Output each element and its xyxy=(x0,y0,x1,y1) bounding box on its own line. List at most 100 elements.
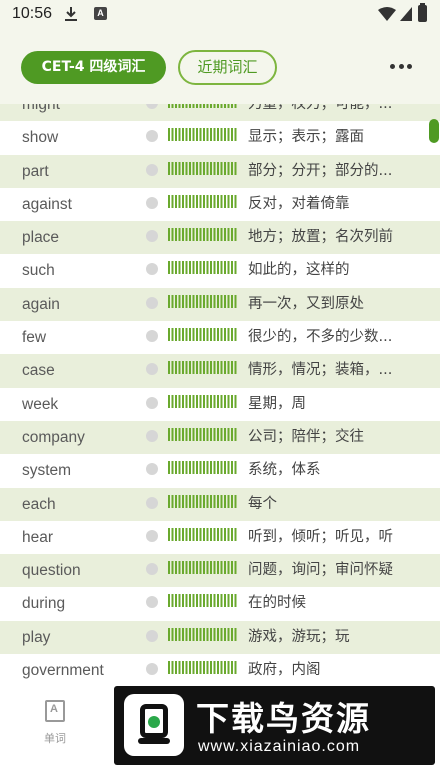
tab-recent-words[interactable]: 近期词汇 xyxy=(178,50,277,85)
status-dot-icon[interactable] xyxy=(146,363,158,376)
word-text: against xyxy=(22,195,72,213)
frequency-bars xyxy=(168,661,238,675)
word-meaning: 很少的，不多的少数... xyxy=(248,329,393,346)
status-dot-icon[interactable] xyxy=(146,396,158,409)
word-text: part xyxy=(22,162,49,180)
word-text: few xyxy=(22,329,47,347)
status-bar: 10:56 A xyxy=(0,0,440,32)
word-meaning: 情形，情况；装箱，... xyxy=(248,362,393,379)
word-row[interactable]: hear 听到，倾听；听见，听 xyxy=(0,520,440,555)
dot-2 xyxy=(398,63,404,69)
frequency-bars xyxy=(168,228,238,242)
nav-tab-words[interactable]: 单词 xyxy=(30,700,80,746)
word-row[interactable]: show 显示；表示；露面 xyxy=(0,121,440,155)
word-row[interactable]: week 星期，周 xyxy=(0,387,440,421)
word-meaning: 在的时候 xyxy=(248,595,306,612)
battery-icon xyxy=(418,3,427,22)
word-meaning: 政府，内阁 xyxy=(248,662,321,679)
status-dot-icon[interactable] xyxy=(146,263,158,276)
word-row[interactable]: case 情形，情况；装箱，... xyxy=(0,354,440,388)
scrollbar-thumb[interactable] xyxy=(429,119,439,143)
word-meaning: 游戏，游玩；玩 xyxy=(248,628,350,645)
word-meaning: 每个 xyxy=(248,495,277,512)
status-dot-icon[interactable] xyxy=(146,230,158,243)
word-meaning: 公司；陪伴；交往 xyxy=(248,428,364,445)
word-row[interactable]: place 地方；放置；名次列前 xyxy=(0,221,440,255)
word-row[interactable]: government 政府，内阁 xyxy=(0,654,440,686)
status-dot-icon[interactable] xyxy=(146,163,158,176)
status-dot-icon[interactable] xyxy=(146,130,158,143)
word-meaning: 如此的，这样的 xyxy=(248,262,350,279)
status-dot-icon[interactable] xyxy=(146,463,158,476)
status-dot-icon[interactable] xyxy=(146,296,158,309)
word-meaning: 星期，周 xyxy=(248,395,306,412)
word-row[interactable]: again 再一次，又到原处 xyxy=(0,287,440,322)
frequency-bars xyxy=(168,627,238,641)
app-notification-icon: A xyxy=(94,7,107,20)
watermark-logo xyxy=(124,694,184,756)
word-meaning: 问题，询问；审问怀疑 xyxy=(248,562,393,579)
nav-tab-words-label: 单词 xyxy=(44,732,66,745)
status-dot-icon[interactable] xyxy=(146,330,158,343)
word-meaning: 系统，体系 xyxy=(248,462,321,479)
word-row[interactable]: question 问题，询问；审问怀疑 xyxy=(0,554,440,588)
more-dots-icon[interactable] xyxy=(386,58,416,74)
frequency-bars xyxy=(168,527,238,541)
watermark-title: 下载鸟资源 xyxy=(196,699,371,738)
bird-logo-tail xyxy=(138,738,170,744)
frequency-bars xyxy=(168,294,238,308)
watermark-url: www.xiazainiao.com xyxy=(198,738,361,755)
word-row[interactable]: few 很少的，不多的少数... xyxy=(0,321,440,355)
status-dot-icon[interactable] xyxy=(146,596,158,609)
top-bar: CET-4 四级词汇 近期词汇 xyxy=(0,32,440,104)
status-dot-icon[interactable] xyxy=(146,496,158,509)
word-row[interactable]: part 部分；分开；部分的... xyxy=(0,154,440,188)
frequency-bars xyxy=(168,561,238,575)
frequency-bars xyxy=(168,194,238,208)
status-dot-icon[interactable] xyxy=(146,104,158,109)
signal-icon xyxy=(400,7,412,21)
word-text: company xyxy=(22,428,85,446)
word-meaning: 再一次，又到原处 xyxy=(248,295,364,312)
word-row[interactable]: during 在的时候 xyxy=(0,587,440,621)
word-row[interactable]: company 公司；陪伴；交往 xyxy=(0,420,440,455)
bird-logo-dot xyxy=(148,716,160,728)
word-text: during xyxy=(22,595,66,613)
word-text: case xyxy=(22,362,55,380)
word-meaning: 部分；分开；部分的... xyxy=(248,162,393,179)
tab-cet4[interactable]: CET-4 四级词汇 xyxy=(21,51,166,84)
frequency-bars xyxy=(168,461,238,475)
frequency-bars xyxy=(168,494,238,508)
frequency-bars xyxy=(168,261,238,275)
status-dot-icon[interactable] xyxy=(146,629,158,642)
word-row[interactable]: might 力量，权力；可能，... xyxy=(0,104,440,122)
word-row[interactable]: each 每个 xyxy=(0,487,440,521)
status-dot-icon[interactable] xyxy=(146,563,158,576)
frequency-bars xyxy=(168,394,238,408)
word-text: such xyxy=(22,262,55,280)
word-list[interactable]: might 力量，权力；可能，... show 显示；表示；露面 part 部分；分开；部… xyxy=(0,104,440,686)
word-row[interactable]: such 如此的，这样的 xyxy=(0,254,440,288)
word-meaning: 力量，权力；可能，... xyxy=(248,104,393,112)
status-dot-icon[interactable] xyxy=(146,663,158,676)
word-text: might xyxy=(22,104,60,113)
status-time: 10:56 xyxy=(12,5,53,22)
word-text: again xyxy=(22,295,60,313)
word-text: hear xyxy=(22,528,54,546)
frequency-bars xyxy=(168,128,238,142)
word-meaning: 地方；放置；名次列前 xyxy=(248,229,393,246)
frequency-bars xyxy=(168,594,238,608)
word-row[interactable]: play 游戏，游玩；玩 xyxy=(0,620,440,655)
word-text: system xyxy=(22,462,72,480)
book-icon xyxy=(45,700,65,722)
status-dot-icon[interactable] xyxy=(146,429,158,442)
word-row[interactable]: against 反对，对着倚靠 xyxy=(0,187,440,222)
frequency-bars xyxy=(168,361,238,375)
dot-1 xyxy=(390,63,395,69)
status-dot-icon[interactable] xyxy=(146,196,158,209)
word-text: each xyxy=(22,495,56,513)
status-dot-icon[interactable] xyxy=(146,529,158,542)
frequency-bars xyxy=(168,328,238,342)
word-row[interactable]: system 系统，体系 xyxy=(0,454,440,488)
word-text: show xyxy=(22,129,59,147)
